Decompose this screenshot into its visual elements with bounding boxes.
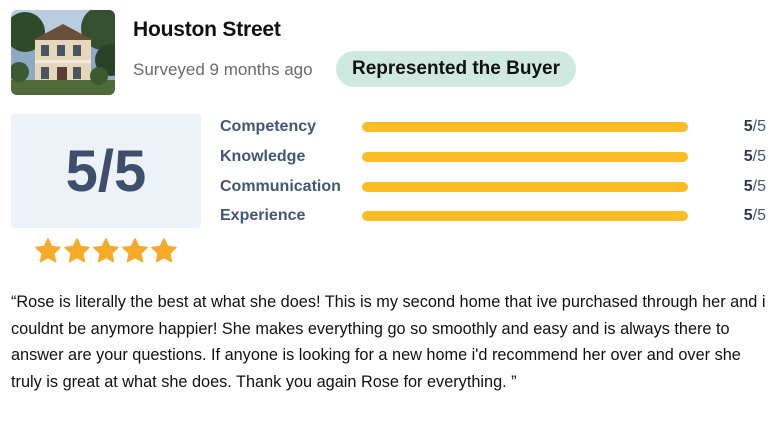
rating-score: 5: [743, 118, 753, 135]
rating-max: /5: [752, 178, 766, 195]
listing-photo[interactable]: [11, 10, 115, 95]
overall-score: 5/5: [11, 114, 201, 228]
rating-row-communication: Communication 5/5: [220, 176, 766, 198]
rating-max: /5: [752, 118, 766, 135]
rating-row-knowledge: Knowledge 5/5: [220, 146, 766, 168]
rating-bar-fill: [362, 152, 688, 162]
star-icon: [93, 238, 119, 263]
rating-label: Competency: [220, 118, 317, 135]
rating-max: /5: [752, 207, 766, 224]
rating-bar-fill: [362, 211, 688, 221]
rating-bar: [362, 152, 688, 162]
rating-max: /5: [752, 148, 766, 165]
rating-row-experience: Experience 5/5: [220, 205, 766, 227]
rating-bar: [362, 182, 688, 192]
rating-score: 5: [743, 207, 753, 224]
rating-label: Knowledge: [220, 148, 306, 165]
star-icon: [122, 238, 148, 263]
rating-bar-fill: [362, 182, 688, 192]
rating-value: 5/5: [744, 176, 766, 198]
surveyed-date: Surveyed 9 months ago: [133, 60, 313, 79]
rating-bar: [362, 122, 688, 132]
star-icon: [64, 238, 90, 263]
rating-value: 5/5: [744, 146, 766, 168]
rating-score: 5: [743, 178, 753, 195]
rating-value: 5/5: [744, 116, 766, 138]
star-icon: [35, 238, 61, 263]
rating-bar-fill: [362, 122, 688, 132]
star-icon: [151, 238, 177, 263]
rating-row-competency: Competency 5/5: [220, 116, 766, 138]
rating-bar: [362, 211, 688, 221]
review-text: “Rose is literally the best at what she …: [11, 293, 766, 391]
rating-label: Experience: [220, 207, 306, 224]
role-badge: Represented the Buyer: [336, 51, 576, 87]
rating-label: Communication: [220, 178, 341, 195]
listing-title[interactable]: Houston Street: [133, 18, 281, 42]
rating-value: 5/5: [744, 205, 766, 227]
star-rating: [34, 236, 178, 266]
house-photo-icon: [11, 10, 115, 95]
rating-score: 5: [743, 148, 753, 165]
